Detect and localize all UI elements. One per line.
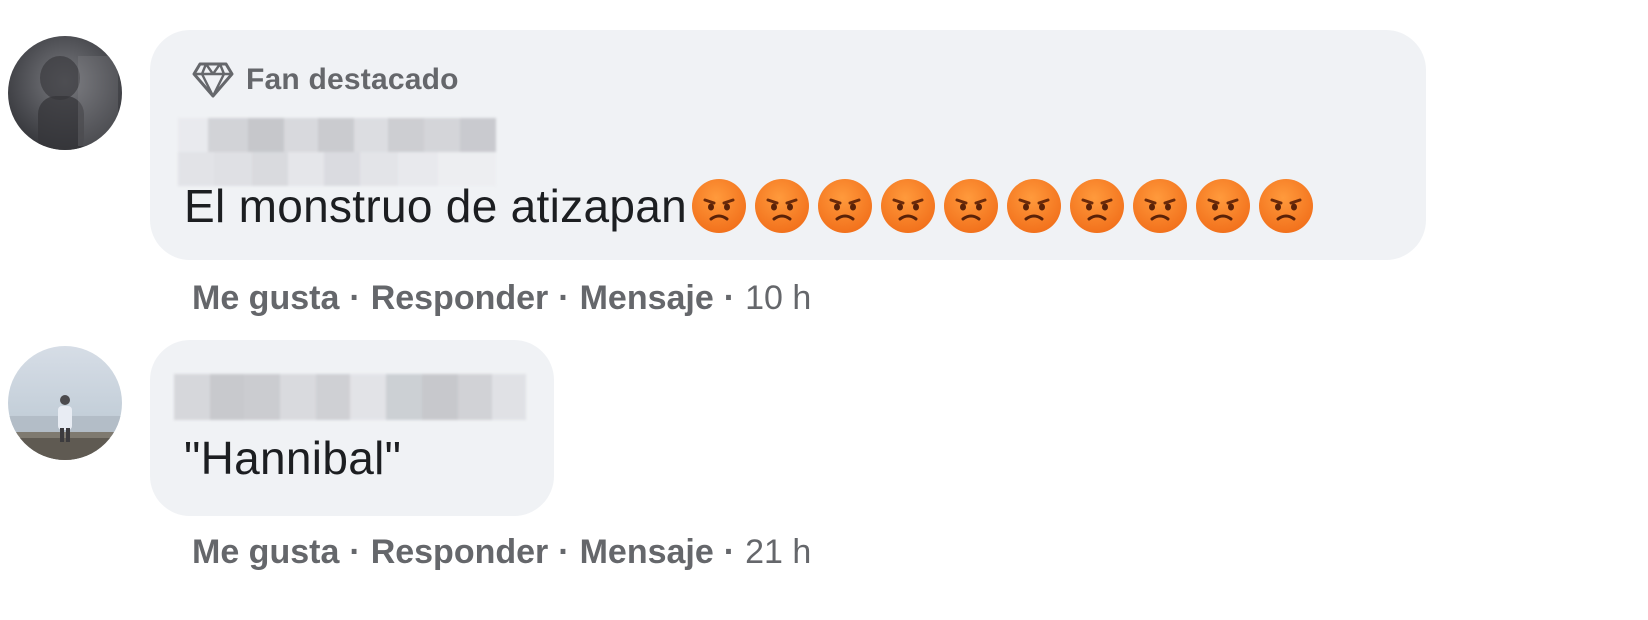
angry-face-icon xyxy=(1069,179,1124,233)
comment-bubble: Fan destacado El monstruo de atizapan xyxy=(150,30,1426,260)
timestamp-link[interactable]: 10 h xyxy=(745,279,811,318)
separator-dot: · xyxy=(723,278,736,317)
separator-dot: · xyxy=(558,532,570,571)
comment-bubble: "Hannibal" xyxy=(150,340,554,516)
timestamp-link[interactable]: 21 h xyxy=(745,533,811,572)
angry-face-icon xyxy=(1195,179,1250,233)
angry-face-icon xyxy=(817,179,872,233)
avatar[interactable] xyxy=(8,36,122,150)
angry-face-icon xyxy=(1006,179,1061,233)
comment-actions: Me gusta · Responder · Mensaje · 21 h xyxy=(192,530,811,574)
comment-actions: Me gusta · Responder · Mensaje · 10 h xyxy=(192,276,811,320)
reply-link[interactable]: Responder xyxy=(371,533,549,572)
angry-face-icon xyxy=(880,179,935,233)
comment-text: El monstruo de atizapan xyxy=(184,174,1314,238)
comment-body: El monstruo de atizapan xyxy=(184,180,687,232)
badge-label: Fan destacado xyxy=(246,63,459,96)
message-link[interactable]: Mensaje xyxy=(580,533,714,572)
comment-text: "Hannibal" xyxy=(184,428,401,488)
angry-face-icon xyxy=(754,179,809,233)
like-link[interactable]: Me gusta xyxy=(192,533,339,572)
author-name-redacted[interactable] xyxy=(174,374,526,420)
angry-face-icon xyxy=(691,179,746,233)
separator-dot: · xyxy=(349,278,361,317)
angry-face-icon xyxy=(1132,179,1187,233)
message-link[interactable]: Mensaje xyxy=(580,279,714,318)
diamond-icon xyxy=(192,62,234,98)
reply-link[interactable]: Responder xyxy=(371,279,549,318)
avatar[interactable] xyxy=(8,346,122,460)
emoji-row xyxy=(691,178,1314,234)
comment-body: "Hannibal" xyxy=(184,432,402,484)
separator-dot: · xyxy=(349,532,361,571)
like-link[interactable]: Me gusta xyxy=(192,279,339,318)
separator-dot: · xyxy=(723,532,736,571)
angry-face-icon xyxy=(943,179,998,233)
angry-face-icon xyxy=(1258,179,1313,233)
top-fan-badge: Fan destacado xyxy=(192,60,459,100)
separator-dot: · xyxy=(558,278,570,317)
